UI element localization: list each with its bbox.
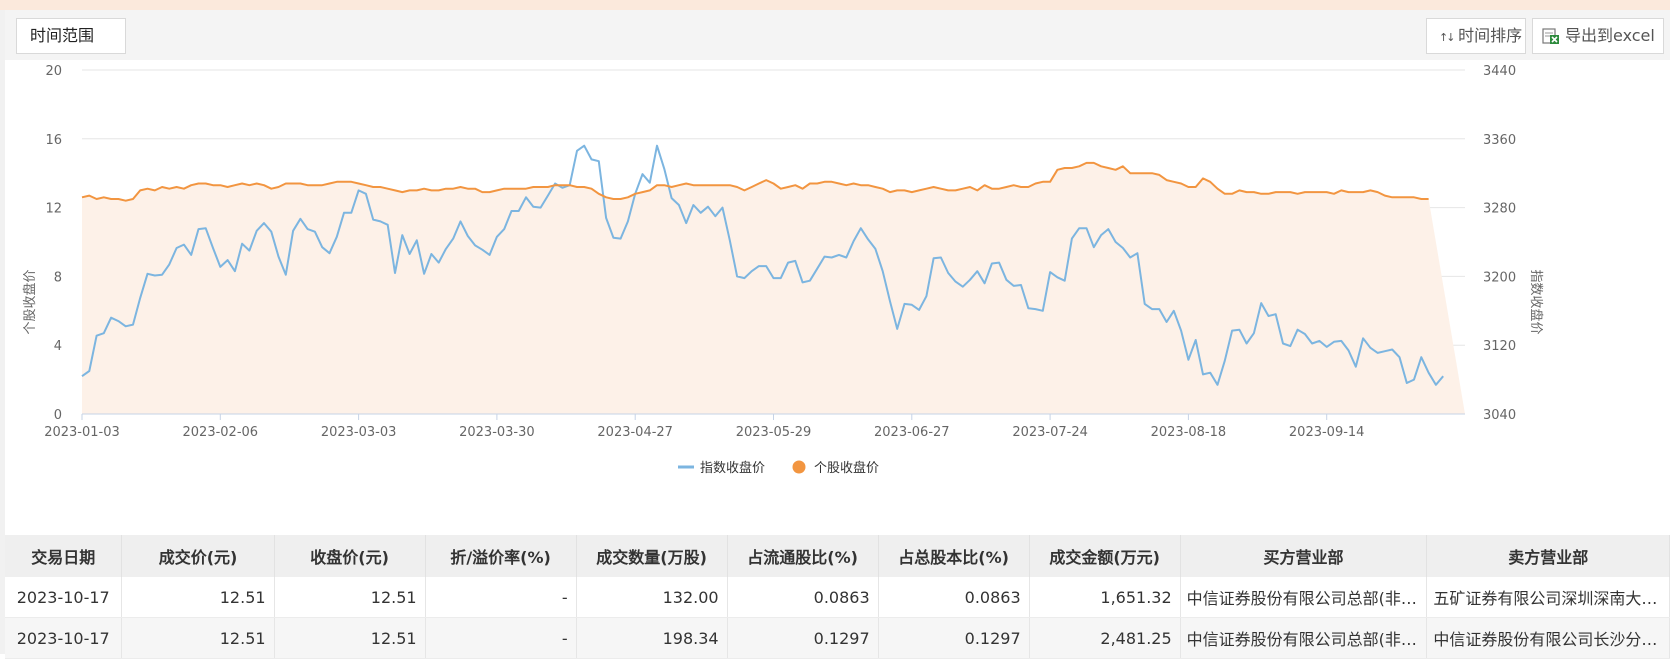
cell-seller[interactable]: 五矿证券有限公司深圳深南大道证券营业部 (1426, 577, 1670, 618)
cell-total-ratio: 0.0863 (878, 577, 1030, 618)
y-right-tick-label: 3360 (1483, 133, 1516, 148)
legend-item-index[interactable]: 指数收盘价 (678, 460, 765, 476)
cell-date: 2023-10-17 (5, 617, 123, 659)
table-header-row: 交易日期 成交价(元) 收盘价(元) 折/溢价率(%) 成交数量(万股) 占流通… (5, 535, 1670, 577)
cell-buyer[interactable]: 中信证券股份有限公司总部(非营业场所) (1180, 577, 1428, 618)
col-header-float-ratio[interactable]: 占流通股比(%) (727, 535, 879, 577)
legend-stock-swatch (792, 460, 806, 474)
y-axis-right-title: 指数收盘价 (1528, 269, 1544, 334)
x-tick-label: 2023-04-27 (597, 425, 673, 440)
col-header-premium-rate[interactable]: 折/溢价率(%) (425, 535, 577, 577)
cell-volume: 198.34 (576, 617, 728, 659)
time-range-button[interactable]: 时间范围 (16, 18, 126, 54)
x-tick-label: 2023-09-14 (1289, 425, 1365, 440)
table-row[interactable]: 2023-10-17 12.51 12.51 - 198.34 0.1297 0… (5, 617, 1670, 659)
y-axis-left-title: 个股收盘价 (22, 269, 38, 334)
y-left-tick-label: 12 (45, 202, 62, 217)
cell-premium-rate: - (425, 577, 577, 618)
time-sort-label: 时间排序 (1458, 26, 1523, 45)
cell-volume: 132.00 (576, 577, 728, 618)
x-tick-label: 2023-05-29 (736, 425, 812, 440)
col-header-deal-price[interactable]: 成交价(元) (121, 535, 275, 577)
cell-float-ratio: 0.0863 (727, 577, 879, 618)
y-right-tick-label: 3120 (1483, 339, 1516, 354)
y-right-tick-label: 3440 (1483, 64, 1516, 79)
legend-item-stock[interactable]: 个股收盘价 (792, 460, 880, 476)
col-header-seller[interactable]: 卖方营业部 (1426, 535, 1670, 577)
cell-buyer[interactable]: 中信证券股份有限公司总部(非营业场所) (1180, 617, 1428, 659)
cell-seller[interactable]: 中信证券股份有限公司长沙分公司营业部 (1426, 617, 1670, 659)
cell-deal-price: 12.51 (121, 617, 275, 659)
x-tick-label: 2023-08-18 (1151, 425, 1227, 440)
col-header-date[interactable]: 交易日期 (5, 535, 123, 577)
block-trade-table: 交易日期 成交价(元) 收盘价(元) 折/溢价率(%) 成交数量(万股) 占流通… (5, 535, 1670, 659)
stock-area-layer (82, 162, 1465, 414)
export-excel-button[interactable]: 导出到excel (1532, 18, 1664, 54)
x-tick-label: 2023-07-24 (1012, 425, 1088, 440)
cell-date: 2023-10-17 (5, 577, 123, 618)
block-trade-table-wrap: 交易日期 成交价(元) 收盘价(元) 折/溢价率(%) 成交数量(万股) 占流通… (5, 535, 1670, 659)
stock-area-fill (82, 162, 1465, 414)
cell-total-ratio: 0.1297 (878, 617, 1030, 659)
excel-icon (1542, 28, 1559, 44)
x-tick-label: 2023-03-30 (459, 425, 535, 440)
cell-float-ratio: 0.1297 (727, 617, 879, 659)
x-tick-label: 2023-06-27 (874, 425, 950, 440)
y-left-tick-label: 16 (45, 133, 62, 148)
export-excel-label: 导出到excel (1565, 26, 1655, 45)
cell-amount: 2,481.25 (1029, 617, 1181, 659)
x-tick-label: 2023-03-03 (321, 425, 397, 440)
price-chart: 0 4 8 12 16 20 3040 3120 3200 3280 3360 3440 2023-01… (22, 64, 1544, 476)
toolbar (5, 10, 1670, 60)
y-right-tick-label: 3280 (1483, 202, 1516, 217)
col-header-amount[interactable]: 成交金额(万元) (1029, 535, 1181, 577)
legend-index-label: 指数收盘价 (700, 460, 765, 476)
cell-close-price: 12.51 (274, 617, 426, 659)
col-header-total-ratio[interactable]: 占总股本比(%) (878, 535, 1030, 577)
top-accent-bar (0, 0, 1670, 10)
col-header-volume[interactable]: 成交数量(万股) (576, 535, 728, 577)
cell-amount: 1,651.32 (1029, 577, 1181, 618)
sort-up-down-arrows-icon: ↑↓ (1439, 31, 1455, 44)
cell-deal-price: 12.51 (121, 577, 275, 618)
cell-close-price: 12.51 (274, 577, 426, 618)
time-sort-button[interactable]: ↑↓ 时间排序 (1426, 18, 1526, 54)
table-row[interactable]: 2023-10-17 12.51 12.51 - 132.00 0.0863 0… (5, 577, 1670, 618)
y-left-tick-label: 8 (54, 270, 62, 285)
y-left-tick-label: 20 (45, 64, 62, 79)
legend: 指数收盘价 个股收盘价 (678, 460, 879, 476)
legend-stock-label: 个股收盘价 (814, 460, 879, 476)
col-header-close-price[interactable]: 收盘价(元) (274, 535, 426, 577)
y-left-tick-label: 4 (54, 339, 62, 354)
col-header-buyer[interactable]: 买方营业部 (1180, 535, 1428, 577)
y-right-tick-label: 3200 (1483, 270, 1516, 285)
x-tick-label: 2023-02-06 (183, 425, 259, 440)
x-tick-label: 2023-01-03 (44, 425, 120, 440)
y-right-tick-label: 3040 (1483, 408, 1516, 423)
y-left-tick-label: 0 (54, 408, 62, 423)
cell-premium-rate: - (425, 617, 577, 659)
